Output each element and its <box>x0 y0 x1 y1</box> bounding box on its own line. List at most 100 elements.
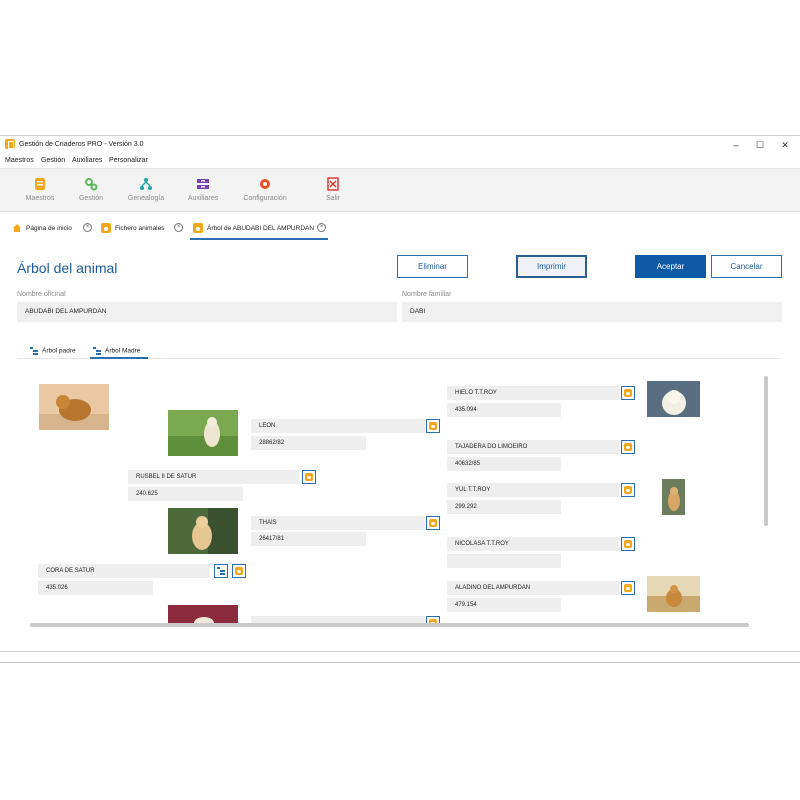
horizontal-scrollbar[interactable] <box>30 623 749 627</box>
gear-icon <box>260 179 270 189</box>
nicolasa-name: NICOLASA T.T.ROY <box>447 537 620 551</box>
paw-icon <box>101 223 111 233</box>
aladino-registry: 479.154 <box>447 598 561 612</box>
mother-name: RUSBEL II DE SATUR <box>128 470 299 484</box>
leon-name: LEON <box>251 419 425 433</box>
ribbon-configuracion-button[interactable]: Configuración <box>240 175 290 209</box>
maximize-button[interactable]: ☐ <box>748 137 772 153</box>
aladino-name: ALADINO DEL AMPURDAN <box>447 581 620 595</box>
paw-icon <box>624 540 632 548</box>
cancelar-button[interactable]: Cancelar <box>711 255 782 278</box>
document-tabs: Página de inicio × Fichero animales × Ár… <box>0 219 800 239</box>
minimize-button[interactable]: – <box>724 137 748 153</box>
family-name-field[interactable]: DABI <box>402 302 782 322</box>
menu-auxiliares[interactable]: Auxiliares <box>72 157 102 164</box>
tree-list-icon <box>30 347 38 355</box>
dog-photo[interactable] <box>662 479 685 515</box>
tab-label: Fichero animales <box>115 225 165 232</box>
subtab-arbol-padre[interactable]: Árbol padre <box>30 347 76 355</box>
cora-name: CORA DE SATUR <box>38 564 210 578</box>
cora-tree-button[interactable] <box>214 564 228 578</box>
menu-maestros[interactable]: Maestros <box>5 157 34 164</box>
hielo-paw-button[interactable] <box>621 386 635 400</box>
subtab-label: Árbol Madre <box>105 347 141 355</box>
paw-icon <box>429 422 437 430</box>
mother-registry: 240.625 <box>128 487 243 501</box>
dog-photo[interactable] <box>168 410 238 456</box>
tajadera-name: TAJADERA DO LIMOEIRO <box>447 440 620 454</box>
ribbon-toolbar: Maestros Gestión Genealogía Auxiliares C… <box>0 168 800 212</box>
ribbon-auxiliares-button[interactable]: Auxiliares <box>178 175 228 209</box>
mother-paw-button[interactable] <box>302 470 316 484</box>
pedigree-tree: RUSBEL II DE SATUR 240.625 CORA DE SATUR… <box>0 366 800 624</box>
dog-photo[interactable] <box>39 384 109 430</box>
yul-name: YUL T.T.ROY <box>447 483 620 497</box>
page-title: Árbol del animal <box>17 260 118 276</box>
ribbon-label: Gestión <box>78 195 104 202</box>
hielo-name: HIELO T.T.ROY <box>447 386 620 400</box>
dog-photo[interactable] <box>168 508 238 554</box>
cora-paw-button[interactable] <box>232 564 246 578</box>
dog-photo[interactable] <box>647 381 700 417</box>
paw-icon <box>624 584 632 592</box>
aceptar-button[interactable]: Aceptar <box>635 255 706 278</box>
title-bar: Gestión de Criaderos PRO - Versión 3.0 –… <box>0 136 800 154</box>
tree-list-icon <box>93 347 101 355</box>
hielo-registry: 435.094 <box>447 403 561 417</box>
gears-icon <box>85 178 98 191</box>
tab-arbol-abudabi[interactable]: Árbol de ABUDABI DEL AMPURDAN × <box>193 223 328 237</box>
tab-pagina-inicio[interactable]: Página de inicio × <box>12 223 97 237</box>
ribbon-maestros-button[interactable]: Maestros <box>15 175 65 209</box>
vertical-scrollbar[interactable] <box>764 376 768 526</box>
imprimir-button[interactable]: Imprimir <box>516 255 587 278</box>
family-name-label: Nombre familiar <box>402 291 452 298</box>
app-window: Gestión de Criaderos PRO - Versión 3.0 –… <box>0 135 800 663</box>
subtab-arbol-madre[interactable]: Árbol Madre <box>93 347 140 355</box>
tab-close-icon[interactable]: × <box>174 223 183 232</box>
aladino-paw-button[interactable] <box>621 581 635 595</box>
tab-label: Árbol de ABUDABI DEL AMPURDAN <box>207 225 315 232</box>
maestros-icon <box>35 178 45 190</box>
paw-icon <box>193 223 203 233</box>
dog-photo[interactable] <box>168 605 238 624</box>
eliminar-button[interactable]: Eliminar <box>397 255 468 278</box>
thais-name: THAIS <box>251 516 425 530</box>
tajadera-registry: 40632/85 <box>447 457 561 471</box>
tab-label: Página de inicio <box>26 225 72 232</box>
paw-icon <box>429 519 437 527</box>
nicolasa-paw-button[interactable] <box>621 537 635 551</box>
yul-paw-button[interactable] <box>621 483 635 497</box>
paw-icon <box>624 443 632 451</box>
ribbon-gestion-button[interactable]: Gestión <box>66 175 116 209</box>
paw-icon <box>305 473 313 481</box>
ribbon-salir-button[interactable]: Salir <box>308 175 358 209</box>
active-tab-indicator <box>190 238 328 240</box>
tab-fichero-animales[interactable]: Fichero animales × <box>101 223 187 237</box>
ribbon-label: Salir <box>325 195 340 202</box>
ribbon-genealogia-button[interactable]: Genealogía <box>121 175 171 209</box>
tree-list-icon <box>217 567 225 575</box>
tab-close-icon[interactable]: × <box>317 223 326 232</box>
ribbon-label: Maestros <box>25 195 55 202</box>
app-logo-icon <box>5 139 15 149</box>
window-title: Gestión de Criaderos PRO - Versión 3.0 <box>19 141 144 148</box>
yul-registry: 299.292 <box>447 500 561 514</box>
official-name-field[interactable]: ABUDABI DEL AMPURDAN <box>17 302 397 322</box>
ribbon-label: Auxiliares <box>187 195 219 202</box>
auxiliares-icon <box>197 179 209 189</box>
leon-paw-button[interactable] <box>426 419 440 433</box>
close-button[interactable]: ✕ <box>773 137 797 153</box>
menu-gestion[interactable]: Gestión <box>41 157 65 164</box>
paw-icon <box>624 389 632 397</box>
subtab-label: Árbol padre <box>42 347 76 355</box>
thais-paw-button[interactable] <box>426 516 440 530</box>
menu-personalizar[interactable]: Personalizar <box>109 157 148 164</box>
cora-registry: 435.026 <box>38 581 153 595</box>
leon-registry: 28862/82 <box>251 436 366 450</box>
tajadera-paw-button[interactable] <box>621 440 635 454</box>
tree-icon <box>140 178 152 190</box>
official-name-label: Nombre oficinal <box>17 291 66 298</box>
dog-photo[interactable] <box>647 576 700 612</box>
home-icon <box>13 224 21 232</box>
tab-close-icon[interactable]: × <box>83 223 92 232</box>
